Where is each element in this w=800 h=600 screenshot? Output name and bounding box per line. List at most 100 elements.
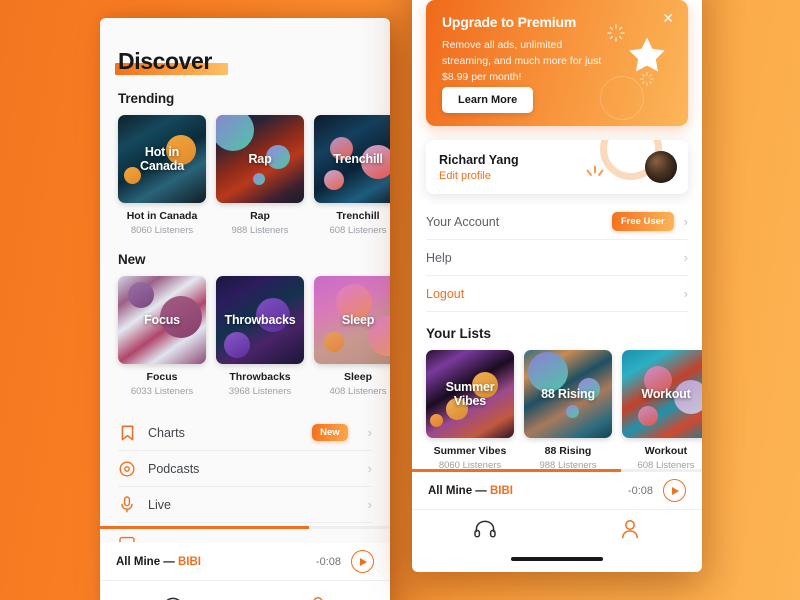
headphones-icon xyxy=(473,520,496,543)
account-scroll-area[interactable]: Upgrade to Premium Remove all ads, unlim… xyxy=(412,0,702,496)
person-icon xyxy=(308,596,328,600)
tab-listen[interactable] xyxy=(412,510,557,552)
album-art[interactable]: Rap xyxy=(216,115,304,203)
trending-card-row[interactable]: Hot in Canada Hot in Canada 8060 Listener… xyxy=(100,115,390,236)
edit-profile-link[interactable]: Edit profile xyxy=(439,170,519,182)
radio-icon xyxy=(118,532,136,542)
row-label: Logout xyxy=(426,286,465,301)
album-art[interactable]: Workout xyxy=(622,350,702,438)
play-icon[interactable] xyxy=(663,479,686,502)
card-hot-in-canada[interactable]: Hot in Canada Hot in Canada 8060 Listener… xyxy=(118,115,206,236)
card-sleep[interactable]: Sleep Sleep 408 Listeners xyxy=(314,276,390,397)
player-time-remaining: -0:08 xyxy=(627,484,653,497)
menu-item-live[interactable]: Live › xyxy=(118,487,372,523)
art-blob xyxy=(216,115,254,151)
album-art-label: Hot in Canada xyxy=(140,144,184,173)
card-listeners: 408 Listeners xyxy=(329,386,387,397)
chevron-right-icon: › xyxy=(683,250,688,265)
card-summer-vibes[interactable]: Summer Vibes Summer Vibes 8060 Listeners xyxy=(426,350,514,471)
album-art[interactable]: Hot in Canada xyxy=(118,115,206,203)
row-help[interactable]: Help › xyxy=(426,240,688,276)
player-artist: BIBI xyxy=(489,484,513,497)
album-art[interactable]: Focus xyxy=(118,276,206,364)
row-your-account[interactable]: Your Account Free User › xyxy=(426,204,688,240)
card-throwbacks[interactable]: Throwbacks Throwbacks 3968 Listeners xyxy=(216,276,304,397)
section-heading-your-lists: Your Lists xyxy=(426,326,492,341)
discover-menu-list[interactable]: Charts New › Podcasts › Live › xyxy=(100,415,390,542)
card-title: Sleep xyxy=(343,371,372,383)
phone-discover-screen: Discover Trending Hot in Canada Hot in Ca… xyxy=(100,18,390,600)
card-listeners: 3968 Listeners xyxy=(228,386,292,397)
premium-upgrade-banner[interactable]: Upgrade to Premium Remove all ads, unlim… xyxy=(426,0,688,126)
art-blob xyxy=(430,414,443,427)
burst-icon xyxy=(582,164,608,189)
album-art-label: Focus xyxy=(144,312,180,327)
bottom-tab-bar[interactable] xyxy=(100,581,390,600)
player-track-title: All Mine — BIBI xyxy=(116,555,201,568)
your-lists-card-row[interactable]: Summer Vibes Summer Vibes 8060 Listeners … xyxy=(412,350,702,471)
album-art[interactable]: Summer Vibes xyxy=(426,350,514,438)
phone-account-screen: Upgrade to Premium Remove all ads, unlim… xyxy=(412,0,702,572)
card-trenchill[interactable]: Trenchill Trenchill 608 Listeners xyxy=(314,115,390,236)
profile-info: Richard Yang Edit profile xyxy=(439,153,519,182)
card-title: Workout xyxy=(644,445,688,457)
card-title: Trenchill xyxy=(336,210,380,222)
card-listeners: 8060 Listeners xyxy=(130,225,194,236)
play-icon[interactable] xyxy=(351,550,374,573)
tab-profile[interactable] xyxy=(245,581,390,600)
mini-player[interactable]: All Mine — BIBI -0:08 xyxy=(412,472,702,510)
art-blob xyxy=(253,173,265,185)
row-logout[interactable]: Logout › xyxy=(426,276,688,312)
menu-item-podcasts[interactable]: Podcasts › xyxy=(118,451,372,487)
row-label: Help xyxy=(426,250,452,265)
card-title: Rap xyxy=(250,210,270,222)
menu-item-label: Podcasts xyxy=(148,461,200,476)
art-blob xyxy=(128,282,154,308)
album-art[interactable]: Sleep xyxy=(314,276,390,364)
card-workout[interactable]: Workout Workout 608 Listeners xyxy=(622,350,702,471)
art-blob xyxy=(566,405,579,418)
chevron-right-icon: › xyxy=(367,425,372,440)
scroll-progress-fill xyxy=(100,526,309,529)
promo-title: Upgrade to Premium xyxy=(442,14,577,30)
tab-listen[interactable] xyxy=(100,581,245,600)
album-art-label: Trenchill xyxy=(333,151,383,166)
chevron-right-icon: › xyxy=(683,214,688,229)
card-88-rising[interactable]: 88 Rising 88 Rising 988 Listeners xyxy=(524,350,612,471)
card-listeners: 988 Listeners xyxy=(231,225,289,236)
album-art-label: Rap xyxy=(248,151,272,166)
chevron-right-icon: › xyxy=(367,497,372,512)
art-blob xyxy=(224,332,250,358)
album-art[interactable]: 88 Rising xyxy=(524,350,612,438)
card-listeners: 6033 Listeners xyxy=(130,386,194,397)
tab-profile[interactable] xyxy=(557,510,702,552)
record-icon xyxy=(118,460,136,478)
mini-player[interactable]: All Mine — BIBI -0:08 xyxy=(100,543,390,581)
card-focus[interactable]: Focus Focus 6033 Listeners xyxy=(118,276,206,397)
avatar[interactable] xyxy=(645,151,677,183)
account-menu-list[interactable]: Your Account Free User › Help › Logout › xyxy=(426,204,688,312)
profile-card[interactable]: Richard Yang Edit profile xyxy=(426,140,688,194)
album-art[interactable]: Throwbacks xyxy=(216,276,304,364)
player-track-title: All Mine — BIBI xyxy=(428,484,513,497)
close-icon[interactable]: ✕ xyxy=(662,11,674,25)
menu-item-charts[interactable]: Charts New › xyxy=(118,415,372,451)
discover-scroll-area[interactable]: Discover Trending Hot in Canada Hot in Ca… xyxy=(100,18,390,542)
promo-description: Remove all ads, unlimited streaming, and… xyxy=(442,39,602,83)
home-indicator xyxy=(511,557,603,561)
bottom-tab-bar[interactable] xyxy=(412,510,702,552)
bookmark-icon xyxy=(118,424,136,442)
album-art[interactable]: Trenchill xyxy=(314,115,390,203)
section-heading-new: New xyxy=(118,252,146,267)
card-title: Summer Vibes xyxy=(433,445,507,457)
new-card-row[interactable]: Focus Focus 6033 Listeners Throwbacks Th… xyxy=(100,276,390,397)
learn-more-button[interactable]: Learn More xyxy=(442,87,534,113)
microphone-icon xyxy=(118,496,136,514)
decorative-circle xyxy=(600,76,644,120)
player-time-remaining: -0:08 xyxy=(315,555,341,568)
art-blob xyxy=(324,332,344,352)
scroll-progress-bar[interactable] xyxy=(100,526,390,529)
album-art-label: 88 Rising xyxy=(541,386,595,401)
card-rap[interactable]: Rap Rap 988 Listeners xyxy=(216,115,304,236)
sparkle-icon xyxy=(607,24,625,47)
